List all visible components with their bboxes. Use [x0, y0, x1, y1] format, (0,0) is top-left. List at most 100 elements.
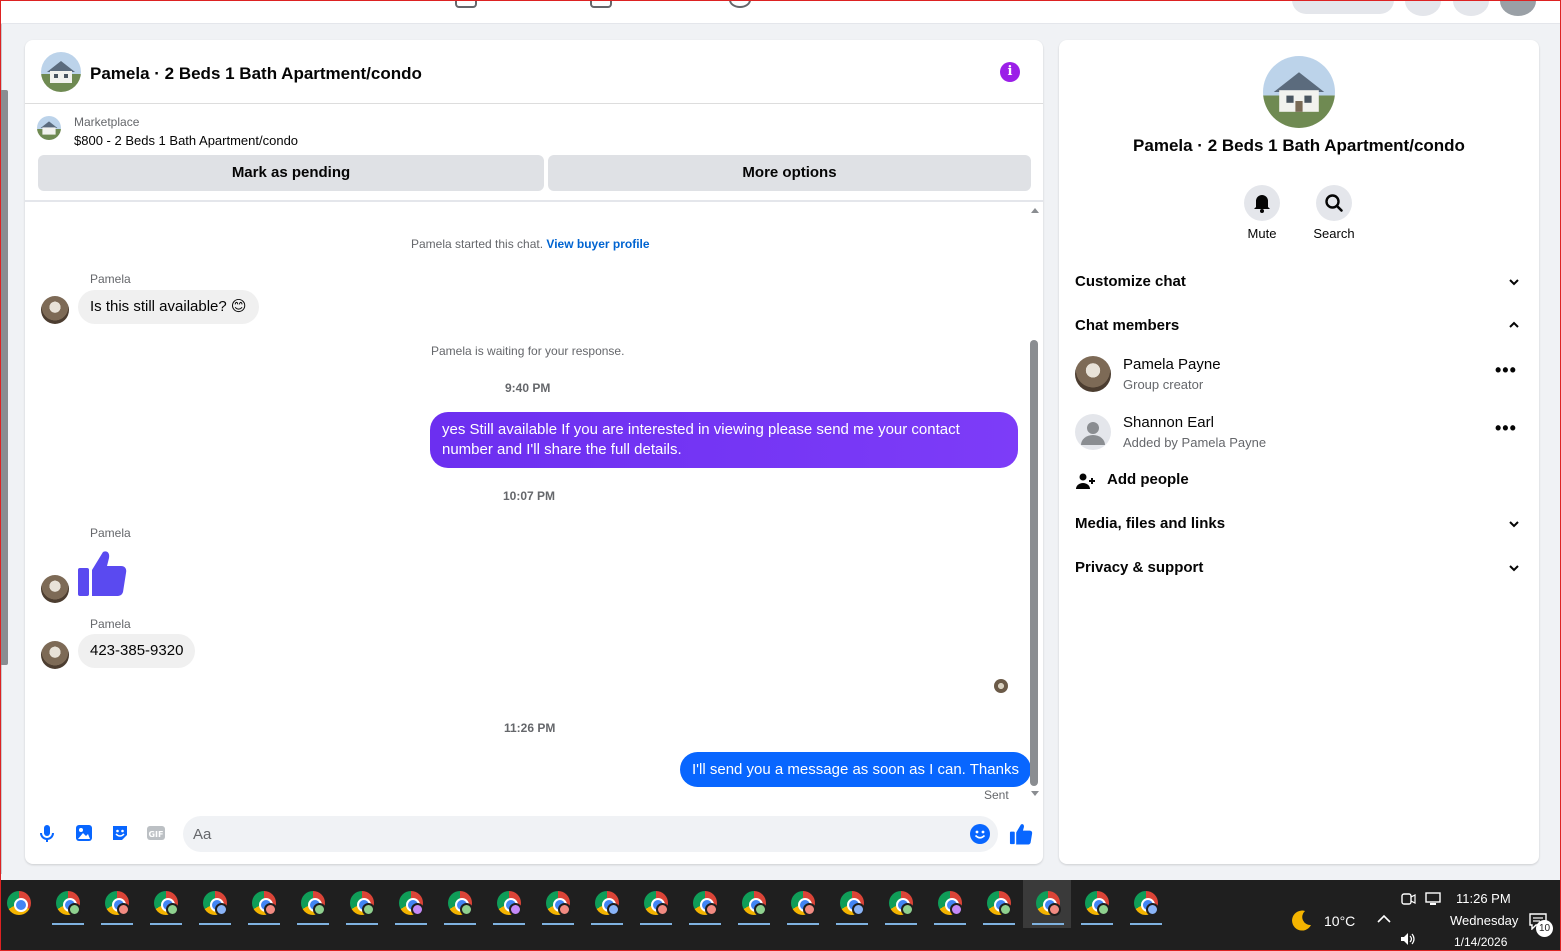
sticker-icon[interactable]: [110, 823, 130, 843]
clock-day[interactable]: Wednesday: [1450, 913, 1518, 928]
search-button[interactable]: [1316, 185, 1352, 221]
view-buyer-profile-link[interactable]: View buyer profile: [546, 237, 649, 251]
photo-icon[interactable]: [74, 823, 94, 843]
taskbar-chrome-profile-icon[interactable]: [638, 888, 674, 926]
taskbar-chrome-profile-icon[interactable]: [99, 888, 135, 926]
running-indicator: [983, 923, 1015, 925]
running-indicator: [640, 923, 672, 925]
find-friends-button[interactable]: [1292, 0, 1394, 14]
timestamp: 11:26 PM: [504, 721, 556, 735]
microphone-icon[interactable]: [37, 823, 57, 843]
chat-members-section[interactable]: Chat members: [1075, 317, 1179, 334]
message-input[interactable]: [193, 816, 953, 852]
taskbar-chrome-profile-icon[interactable]: [246, 888, 282, 926]
member-name[interactable]: Pamela Payne: [1123, 356, 1221, 373]
taskbar-chrome-profile-icon[interactable]: [932, 888, 968, 926]
notification-count-badge[interactable]: 10: [1536, 920, 1553, 937]
listing-price[interactable]: $800 - 2 Beds 1 Bath Apartment/condo: [74, 133, 298, 148]
add-person-icon[interactable]: [1075, 471, 1095, 491]
clock-date[interactable]: 1/14/2026: [1454, 935, 1507, 949]
marketplace-nav-icon[interactable]: [455, 0, 477, 8]
taskbar-chrome-profile-icon[interactable]: [491, 888, 527, 926]
member-options-icon[interactable]: •••: [1495, 360, 1517, 381]
emoji-icon[interactable]: [970, 824, 990, 844]
chevron-down-icon[interactable]: [1509, 519, 1519, 529]
sender-avatar[interactable]: [41, 575, 69, 603]
taskbar-chrome-profile-icon[interactable]: [834, 888, 870, 926]
header-divider: [25, 200, 1043, 202]
listing-thumbnail[interactable]: [37, 116, 61, 140]
taskbar-chrome-profile-icon[interactable]: [295, 888, 331, 926]
taskbar-chrome-profile-icon[interactable]: [442, 888, 478, 926]
moon-weather-icon[interactable]: [1290, 908, 1314, 932]
like-icon[interactable]: [1009, 822, 1033, 846]
taskbar-chrome-profile-icon[interactable]: [1128, 888, 1164, 926]
taskbar-chrome-profile-icon[interactable]: [344, 888, 380, 926]
messenger-icon[interactable]: [1453, 0, 1489, 16]
sender-avatar[interactable]: [41, 641, 69, 669]
panel-title: Pamela · 2 Beds 1 Bath Apartment/condo: [1133, 136, 1465, 155]
chevron-down-icon[interactable]: [1509, 563, 1519, 573]
mute-button[interactable]: [1244, 185, 1280, 221]
profile-badge-icon: [1048, 903, 1061, 916]
scroll-down-arrow-icon[interactable]: [1029, 788, 1041, 798]
taskbar-chrome-profile-icon[interactable]: [883, 888, 919, 926]
mark-as-pending-button[interactable]: Mark as pending: [38, 155, 544, 191]
tray-expand-icon[interactable]: [1377, 914, 1391, 924]
groups-nav-icon[interactable]: [590, 0, 612, 8]
menu-grid-icon[interactable]: [1405, 0, 1441, 16]
taskbar-chrome-profile-icon[interactable]: [981, 888, 1017, 926]
account-avatar[interactable]: [1500, 0, 1536, 16]
taskbar-chrome-profile-icon[interactable]: [736, 888, 772, 926]
taskbar-pinned-app-icon[interactable]: [1, 888, 37, 926]
member-avatar[interactable]: [1075, 356, 1111, 392]
info-icon[interactable]: i: [1000, 62, 1020, 82]
running-indicator: [542, 923, 574, 925]
more-options-button[interactable]: More options: [548, 155, 1031, 191]
taskbar-chrome-profile-icon[interactable]: [1030, 888, 1066, 926]
incoming-message[interactable]: Is this still available? 😊: [78, 290, 259, 324]
profile-badge-icon: [705, 903, 718, 916]
meet-now-icon[interactable]: [1400, 892, 1416, 906]
add-people-button[interactable]: Add people: [1107, 471, 1189, 488]
scroll-up-arrow-icon[interactable]: [1029, 206, 1041, 216]
privacy-support-section[interactable]: Privacy & support: [1075, 559, 1203, 576]
house-icon: [47, 61, 75, 83]
taskbar-chrome-profile-icon[interactable]: [50, 888, 86, 926]
taskbar-chrome-profile-icon[interactable]: [540, 888, 576, 926]
chevron-down-icon[interactable]: [1509, 277, 1519, 287]
network-icon[interactable]: [1424, 892, 1442, 906]
listing-avatar-large[interactable]: [1263, 56, 1335, 128]
taskbar-chrome-profile-icon[interactable]: [687, 888, 723, 926]
profile-badge-icon: [607, 903, 620, 916]
sent-status: Sent: [984, 788, 1009, 802]
sender-avatar[interactable]: [41, 296, 69, 324]
member-avatar[interactable]: [1075, 414, 1111, 450]
member-name[interactable]: Shannon Earl: [1123, 414, 1214, 431]
taskbar-chrome-profile-icon[interactable]: [148, 888, 184, 926]
chevron-up-icon[interactable]: [1509, 320, 1519, 330]
outgoing-message[interactable]: I'll send you a message as soon as I can…: [680, 752, 1031, 787]
taskbar-chrome-profile-icon[interactable]: [785, 888, 821, 926]
media-files-section[interactable]: Media, files and links: [1075, 515, 1225, 532]
scrollbar-thumb[interactable]: [1030, 340, 1038, 786]
member-options-icon[interactable]: •••: [1495, 418, 1517, 439]
page-scrollbar[interactable]: [0, 90, 8, 665]
customize-chat-section[interactable]: Customize chat: [1075, 273, 1186, 290]
weather-temperature[interactable]: 10°C: [1324, 913, 1355, 929]
profile-nav-icon[interactable]: [729, 0, 751, 8]
gif-icon[interactable]: GIF: [146, 823, 166, 843]
taskbar-chrome-profile-icon[interactable]: [589, 888, 625, 926]
thumbs-up-sticker-icon[interactable]: [77, 548, 127, 598]
conversation-title[interactable]: Pamela · 2 Beds 1 Bath Apartment/condo: [90, 64, 422, 84]
incoming-message[interactable]: 423-385-9320: [78, 634, 196, 668]
outgoing-message[interactable]: yes Still available If you are intereste…: [430, 412, 1018, 468]
taskbar-chrome-profile-icon[interactable]: [197, 888, 233, 926]
volume-icon[interactable]: [1400, 932, 1416, 946]
listing-avatar[interactable]: [41, 52, 81, 92]
taskbar-chrome-profile-icon[interactable]: [1079, 888, 1115, 926]
svg-text:GIF: GIF: [148, 830, 163, 839]
taskbar-chrome-profile-icon[interactable]: [393, 888, 429, 926]
read-receipt-avatar: [994, 679, 1008, 693]
clock-time[interactable]: 11:26 PM: [1456, 891, 1511, 906]
